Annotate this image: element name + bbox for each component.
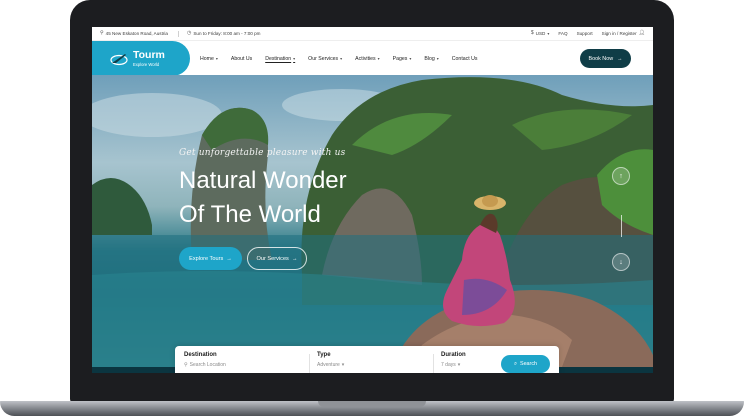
- type-select: Adventure ▾: [317, 362, 344, 368]
- topbar-right: $ USD ▾ FAQ Support Sign in / Register 👤…: [522, 30, 645, 37]
- field-divider: [433, 354, 434, 373]
- duration-label: Duration: [441, 352, 466, 358]
- arrow-up-icon: ↑: [619, 172, 623, 180]
- top-info-bar: ⚲ 45 New Eskaton Road, Austria ◷ Sun to …: [92, 27, 653, 40]
- book-now-label: Book Now: [588, 55, 614, 62]
- signin-link[interactable]: Sign in / Register 👤︎: [601, 30, 645, 37]
- chevron-down-icon: ▾: [547, 31, 550, 36]
- type-value: Adventure: [317, 362, 340, 368]
- signin-label: Sign in / Register: [601, 31, 637, 36]
- hero-background-image: [92, 77, 653, 367]
- chevron-down-icon: ▾: [215, 56, 218, 61]
- nav-item-blog[interactable]: Blog ▾: [421, 56, 441, 62]
- clock-icon: ◷: [186, 30, 192, 36]
- hero-subtitle: Get unforgettable pleasure with us: [179, 148, 346, 158]
- type-label: Type: [317, 352, 331, 358]
- faq-link[interactable]: FAQ: [558, 31, 567, 36]
- nav-item-activities[interactable]: Activities ▾: [352, 56, 382, 62]
- support-label: Support: [576, 31, 593, 36]
- support-link[interactable]: Support: [577, 31, 593, 36]
- slider-next-button[interactable]: ↓: [612, 253, 630, 271]
- nav-item-pages[interactable]: Pages ▾: [390, 56, 415, 62]
- nav-label: Destination: [265, 55, 292, 62]
- divider: [177, 30, 179, 37]
- user-icon: 👤︎: [638, 30, 645, 36]
- field-divider: [309, 354, 310, 373]
- logo[interactable]: Tourm Explore World: [92, 41, 190, 76]
- arrow-down-icon: ↓: [619, 258, 623, 266]
- type-field[interactable]: Type Adventure ▾: [317, 352, 344, 368]
- arrow-right-icon: →: [617, 55, 623, 62]
- brand-name: Tourm: [133, 48, 165, 61]
- tour-search-panel: Destination ⚲ Search Location Type Adven…: [175, 346, 559, 373]
- currency-select[interactable]: $ USD ▾: [530, 30, 550, 37]
- explore-tours-button[interactable]: Explore Tours →: [179, 247, 242, 270]
- chevron-down-icon: ▾: [341, 362, 345, 368]
- arrow-right-icon: →: [291, 255, 298, 262]
- browser-screen: ⚲ 45 New Eskaton Road, Austria ◷ Sun to …: [92, 27, 653, 373]
- chevron-down-icon: ▾: [409, 56, 412, 61]
- book-now-button[interactable]: Book Now →: [580, 49, 631, 68]
- arrow-right-icon: →: [226, 255, 232, 262]
- brand-tagline: Explore World: [133, 62, 160, 68]
- laptop-mockup: ⚲ 45 New Eskaton Road, Austria ◷ Sun to …: [0, 0, 744, 416]
- hero-title: Natural Wonder Of The World: [179, 164, 347, 232]
- chevron-down-icon: ▾: [340, 56, 343, 61]
- destination-label: Destination: [184, 352, 217, 358]
- nav-item-destination[interactable]: Destination ▾: [262, 56, 298, 62]
- nav-item-contact-us[interactable]: Contact Us: [449, 56, 481, 62]
- our-services-label: Our Services: [256, 255, 289, 262]
- airplane-logo-icon: [110, 52, 128, 66]
- nav-item-home[interactable]: Home ▾: [197, 56, 221, 62]
- slider-prev-button[interactable]: ↑: [612, 167, 630, 185]
- laptop-notch: [318, 401, 426, 407]
- main-navbar: Tourm Explore World Home ▾ About Us Desti…: [92, 40, 653, 76]
- nav-item-our-services[interactable]: Our Services ▾: [305, 56, 345, 62]
- nav-label: Home: [200, 55, 214, 62]
- nav-label: About Us: [230, 55, 253, 62]
- destination-input: ⚲ Search Location: [184, 362, 226, 368]
- destination-field[interactable]: Destination ⚲ Search Location: [184, 352, 226, 368]
- hero-section: Get unforgettable pleasure with us Natur…: [92, 75, 653, 367]
- explore-tours-label: Explore Tours: [189, 255, 224, 262]
- our-services-button[interactable]: Our Services →: [247, 247, 307, 270]
- hero-title-line-2: Of The World: [179, 201, 321, 228]
- address-text: 45 New Eskaton Road, Austria: [105, 31, 168, 36]
- faq-label: FAQ: [558, 31, 568, 36]
- destination-placeholder: Search Location: [189, 362, 226, 368]
- chevron-down-icon: ▾: [436, 56, 439, 61]
- logo-text: Tourm Explore World: [133, 50, 165, 68]
- nav-label: Our Services: [308, 55, 339, 62]
- chevron-down-icon: ▾: [457, 362, 461, 368]
- duration-field[interactable]: Duration 7 days ▾: [441, 352, 466, 368]
- search-button-label: Search: [519, 361, 538, 367]
- slider-progress: [621, 215, 622, 237]
- map-pin-icon: ⚲: [100, 30, 104, 36]
- duration-value: 7 days: [441, 362, 456, 368]
- hero-title-line-1: Natural Wonder: [179, 167, 347, 194]
- nav-label: Pages: [392, 55, 408, 62]
- search-icon: ⌕: [513, 360, 517, 367]
- nav-label: Blog: [424, 55, 435, 62]
- hours-info: ◷ Sun to Friday: 8:00 am - 7:00 pm: [186, 30, 261, 37]
- search-button[interactable]: ⌕ Search: [501, 355, 550, 373]
- chevron-down-icon: ▾: [293, 56, 296, 61]
- currency-value: USD: [535, 31, 546, 36]
- nav-label: Contact Us: [451, 55, 478, 62]
- currency-icon: $: [530, 30, 534, 36]
- nav-label: Activities: [355, 55, 376, 62]
- duration-select: 7 days ▾: [441, 362, 466, 368]
- hours-text: Sun to Friday: 8:00 am - 7:00 pm: [193, 31, 261, 36]
- chevron-down-icon: ▾: [377, 56, 380, 61]
- nav-menu: Home ▾ About Us Destination ▾ Our Services…: [197, 41, 487, 76]
- address-info: ⚲ 45 New Eskaton Road, Austria: [100, 30, 168, 37]
- map-pin-icon: ⚲: [184, 362, 188, 368]
- nav-item-about-us[interactable]: About Us: [228, 56, 255, 62]
